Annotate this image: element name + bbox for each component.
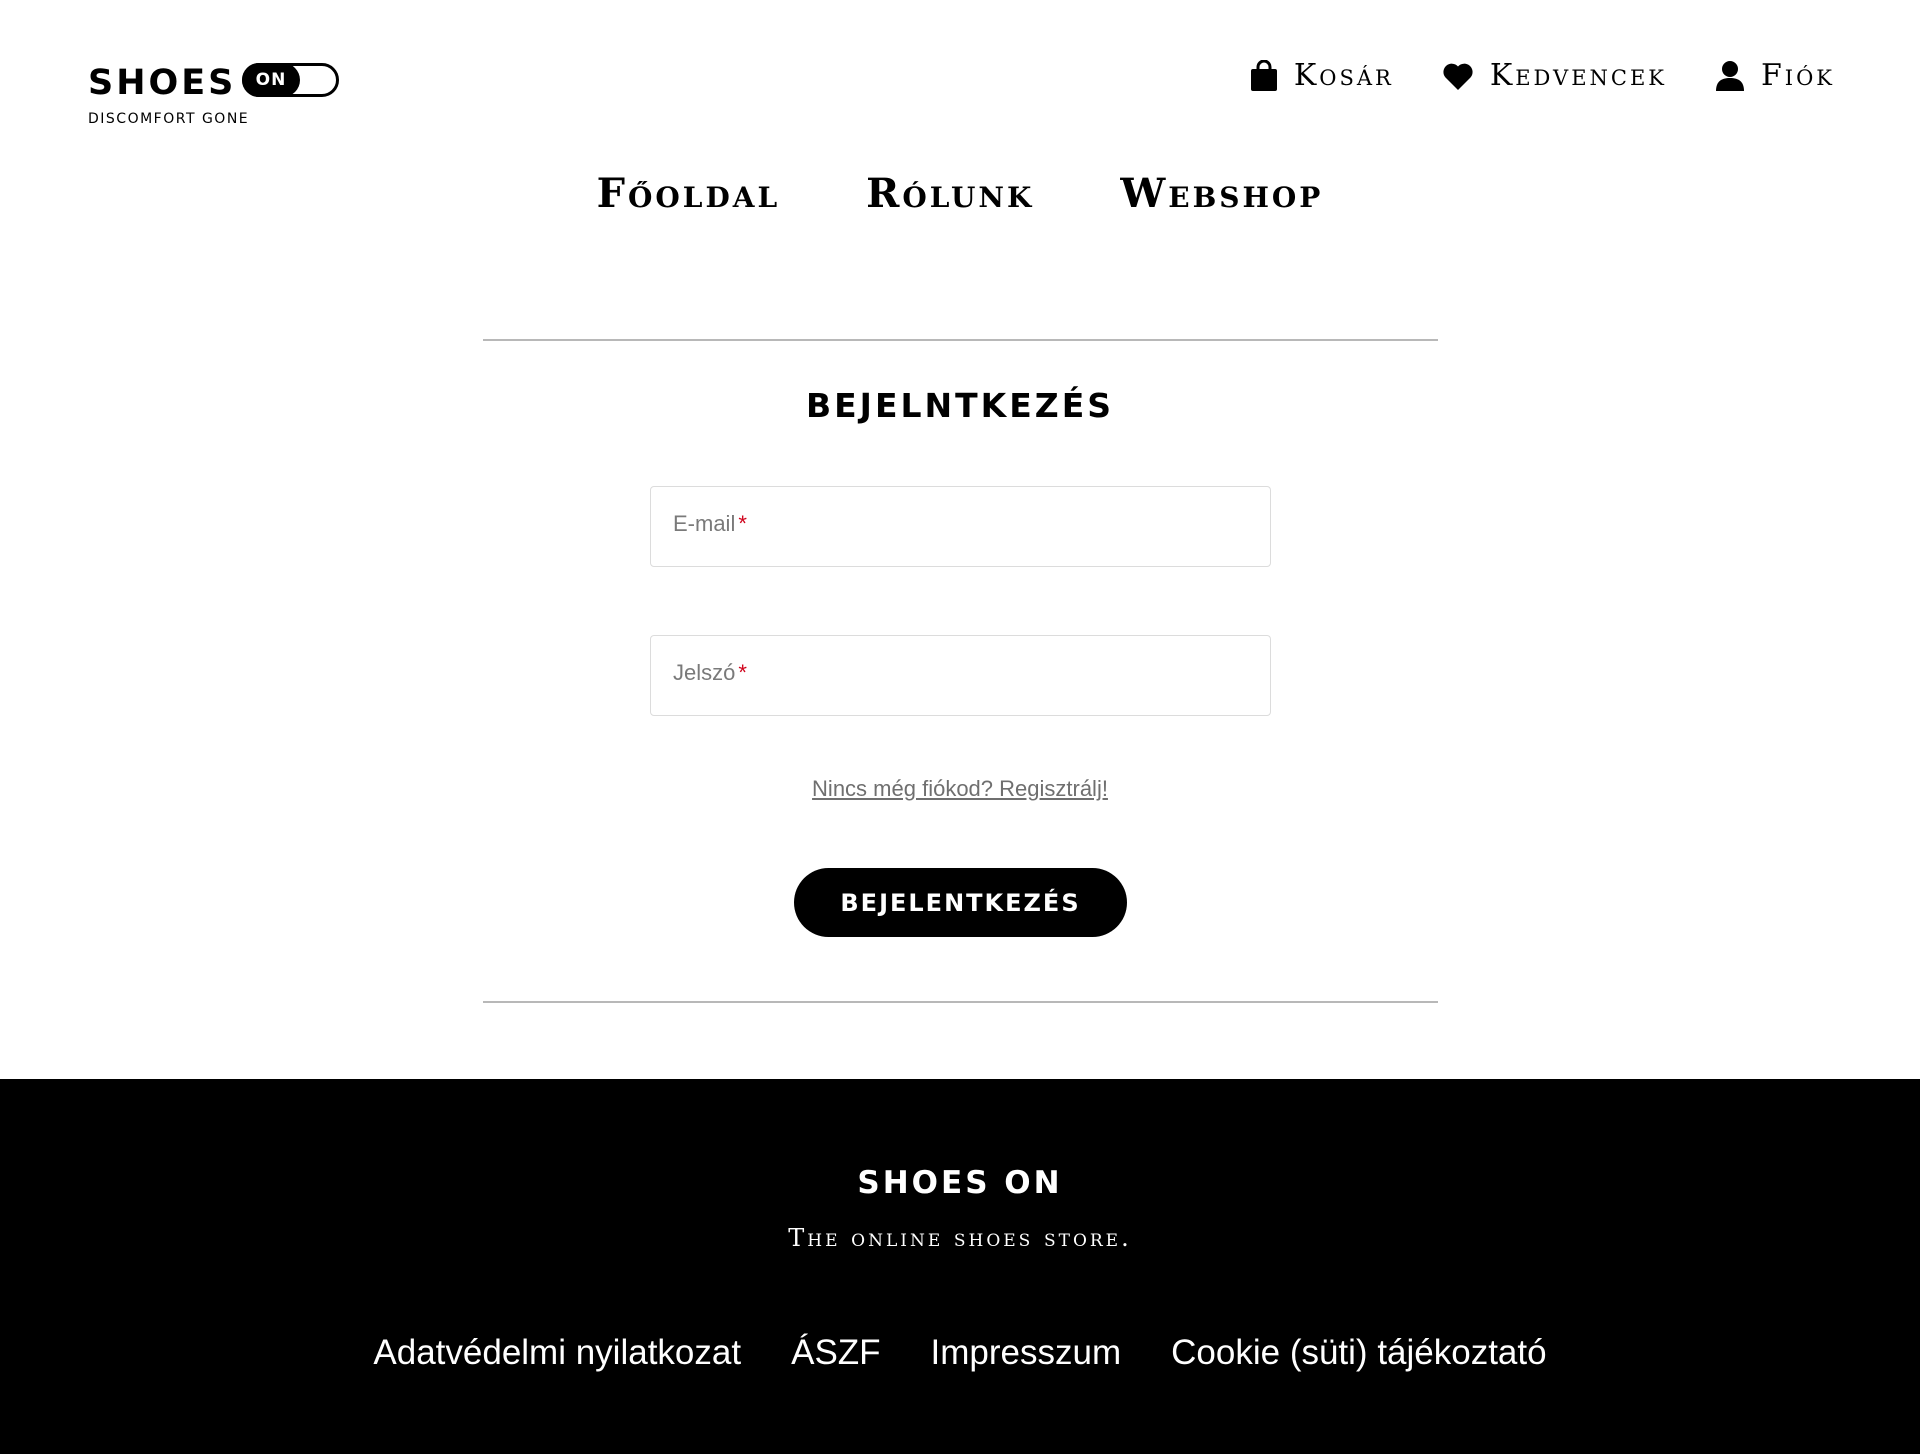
cart-link[interactable]: Kosár — [1250, 56, 1394, 96]
divider-bottom — [483, 1001, 1438, 1003]
footer-brand: SHOES ON — [857, 1165, 1063, 1201]
logo-toggle-label: ON — [242, 63, 300, 97]
user-icon — [1715, 61, 1744, 91]
footer: SHOES ON The online shoes store. Adatvéd… — [0, 1079, 1920, 1454]
login-title: BEJELNTKEZÉS — [805, 386, 1115, 425]
footer-link-imprint[interactable]: Impresszum — [931, 1331, 1122, 1375]
account-link[interactable]: Fiók — [1715, 56, 1835, 96]
email-input[interactable] — [651, 487, 1270, 566]
main-nav: Főoldal Rólunk Webshop — [0, 168, 1920, 220]
footer-slogan: The online shoes store. — [788, 1224, 1132, 1252]
footer-link-cookies[interactable]: Cookie (süti) tájékoztató — [1171, 1331, 1546, 1375]
login-button[interactable]: BEJELENTKEZÉS — [794, 868, 1127, 937]
heart-icon — [1443, 63, 1473, 90]
footer-link-terms[interactable]: ÁSZF — [791, 1331, 880, 1375]
favorites-label: Kedvencek — [1489, 58, 1667, 93]
password-field[interactable]: Jelszó * — [650, 635, 1271, 716]
footer-link-privacy[interactable]: Adatvédelmi nyilatkozat — [373, 1331, 741, 1375]
password-input[interactable] — [651, 636, 1270, 715]
page: SHOES ON DISCOMFORT GONE Kosár Kedvencek — [0, 0, 1920, 1454]
footer-links: Adatvédelmi nyilatkozat ÁSZF Impresszum … — [0, 1331, 1920, 1375]
logo-wordmark: SHOES — [88, 63, 237, 103]
logo[interactable]: SHOES ON DISCOMFORT GONE — [88, 58, 388, 138]
register-link[interactable]: Nincs még fiókod? Regisztrálj! — [0, 776, 1920, 802]
logo-tagline: DISCOMFORT GONE — [88, 111, 250, 127]
email-field[interactable]: E-mail * — [650, 486, 1271, 567]
nav-webshop[interactable]: Webshop — [1086, 168, 1323, 220]
cart-label: Kosár — [1293, 58, 1394, 93]
divider-top — [483, 339, 1438, 341]
favorites-link[interactable]: Kedvencek — [1442, 56, 1667, 96]
nav-about[interactable]: Rólunk — [832, 168, 1034, 220]
nav-home[interactable]: Főoldal — [597, 168, 781, 220]
shopping-bag-icon — [1250, 60, 1277, 91]
account-label: Fiók — [1760, 58, 1835, 93]
user-nav: Kosár Kedvencek Fiók — [1250, 56, 1835, 96]
logo-toggle-graphic: ON — [242, 63, 339, 97]
